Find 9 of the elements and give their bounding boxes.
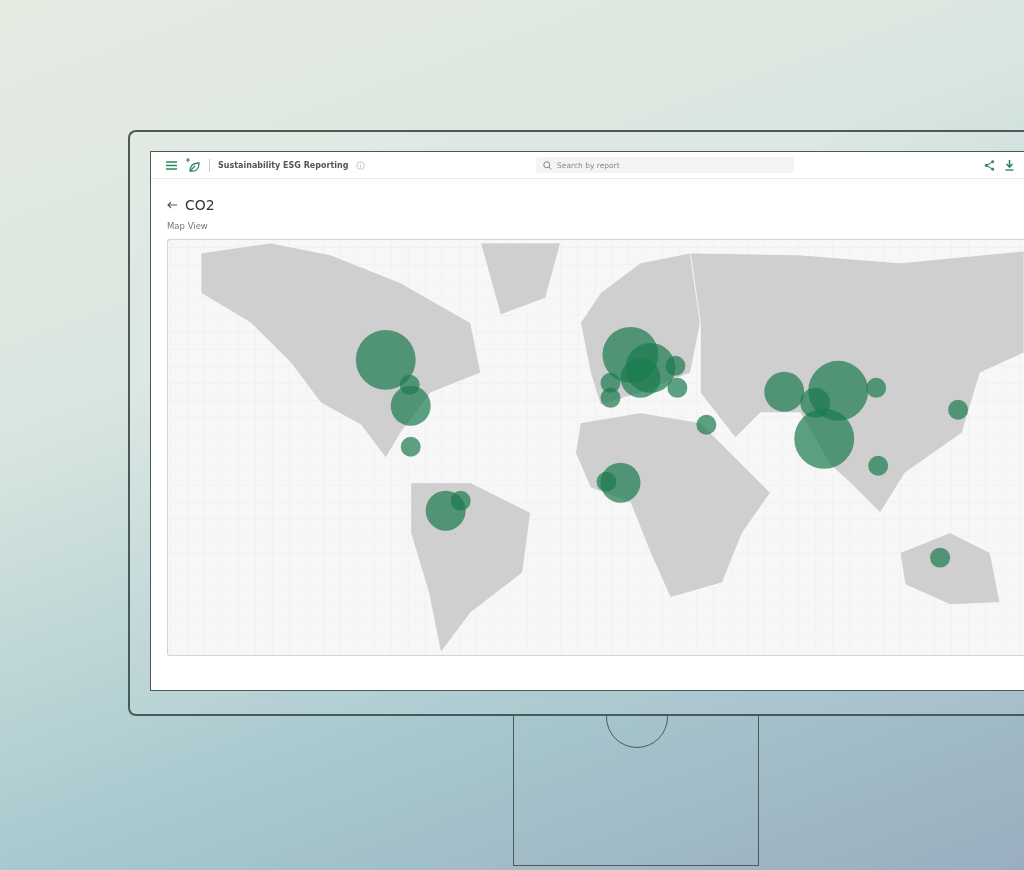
page-title: CO2	[185, 197, 215, 214]
view-label: Map View	[167, 221, 209, 232]
menu-icon[interactable]	[166, 160, 177, 170]
search-icon	[543, 160, 552, 170]
app-title: Sustainability ESG Reporting	[218, 160, 349, 170]
leaf-logo-icon	[185, 157, 201, 174]
share-icon[interactable]	[984, 159, 995, 171]
download-icon[interactable]	[1005, 159, 1014, 171]
back-arrow-icon[interactable]	[167, 201, 177, 210]
